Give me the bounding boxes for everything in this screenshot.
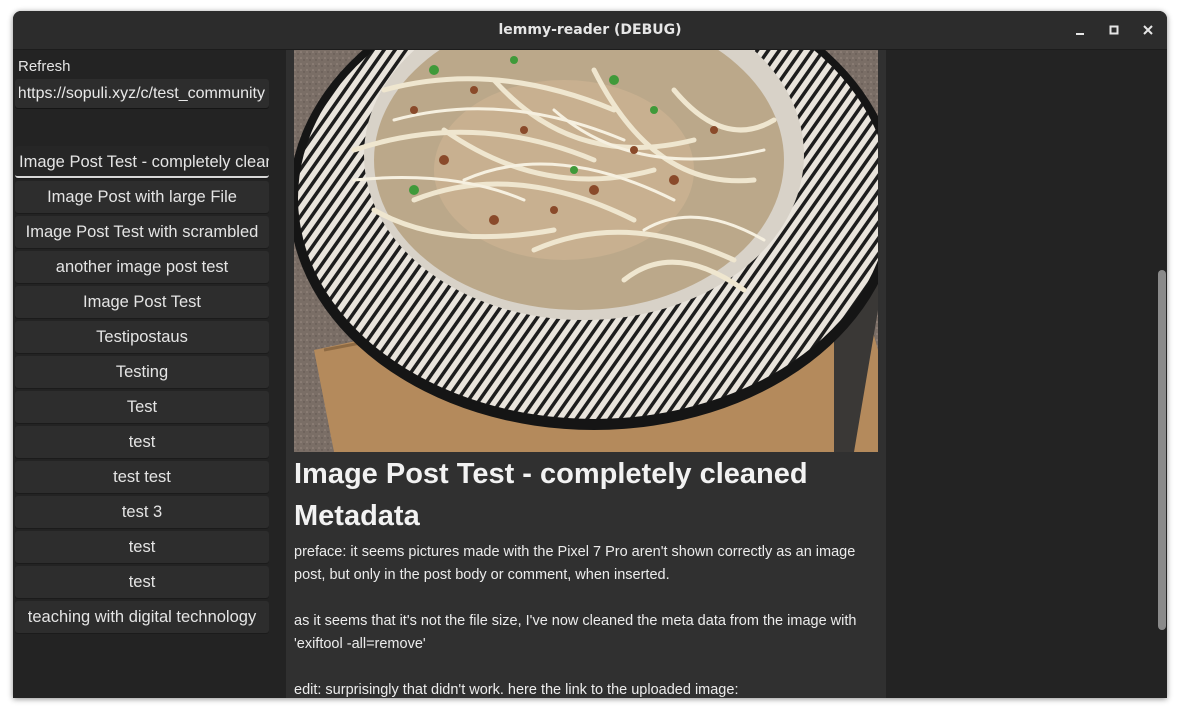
minimize-icon[interactable] bbox=[1070, 20, 1090, 40]
post-body-paragraph: as it seems that it's not the file size,… bbox=[294, 613, 857, 652]
post-list-item[interactable]: test bbox=[15, 426, 269, 458]
post-list-item[interactable]: another image post test bbox=[15, 251, 269, 283]
post-list: Image Post Test - completely cleaned Met… bbox=[15, 146, 269, 636]
post-list-item[interactable]: Image Post Test - completely cleaned Met… bbox=[15, 146, 269, 178]
close-icon[interactable] bbox=[1138, 20, 1158, 40]
post-list-item[interactable]: teaching with digital technology bbox=[15, 601, 269, 633]
app-window: lemmy-reader (DEBUG) Refresh Image Post … bbox=[13, 11, 1167, 698]
scrollbar[interactable] bbox=[1157, 50, 1167, 698]
post-image bbox=[294, 50, 878, 452]
community-url-input[interactable] bbox=[15, 79, 269, 108]
refresh-button[interactable]: Refresh bbox=[18, 56, 71, 78]
scrollbar-thumb[interactable] bbox=[1158, 270, 1166, 630]
post-list-item[interactable]: test bbox=[15, 531, 269, 563]
title-bar[interactable]: lemmy-reader (DEBUG) bbox=[13, 11, 1167, 50]
post-list-item[interactable]: Image Post with large File bbox=[15, 181, 269, 213]
post-list-item[interactable]: Test bbox=[15, 391, 269, 423]
maximize-icon[interactable] bbox=[1104, 20, 1124, 40]
post-list-item[interactable]: Testing bbox=[15, 356, 269, 388]
window-title: lemmy-reader (DEBUG) bbox=[498, 22, 682, 38]
post-title: Image Post Test - completely cleaned Met… bbox=[294, 458, 808, 532]
sidebar: Refresh Image Post Test - completely cle… bbox=[13, 50, 286, 698]
post-body-paragraph: edit: surprisingly that didn't work. her… bbox=[294, 682, 739, 698]
post-list-item[interactable]: Image Post Test bbox=[15, 286, 269, 318]
empty-pane bbox=[886, 50, 1167, 698]
post-body-paragraph: preface: it seems pictures made with the… bbox=[294, 544, 856, 583]
post-body: preface: it seems pictures made with the… bbox=[294, 541, 878, 698]
post-view: Image Post Test - completely cleaned Met… bbox=[286, 50, 886, 698]
post-list-item[interactable]: test test bbox=[15, 461, 269, 493]
post-list-item[interactable]: test bbox=[15, 566, 269, 598]
post-list-item[interactable]: Testipostaus bbox=[15, 321, 269, 353]
post-list-item[interactable]: test 3 bbox=[15, 496, 269, 528]
post-list-item[interactable]: Image Post Test with scrambled bbox=[15, 216, 269, 248]
community-url-field[interactable] bbox=[15, 79, 269, 108]
